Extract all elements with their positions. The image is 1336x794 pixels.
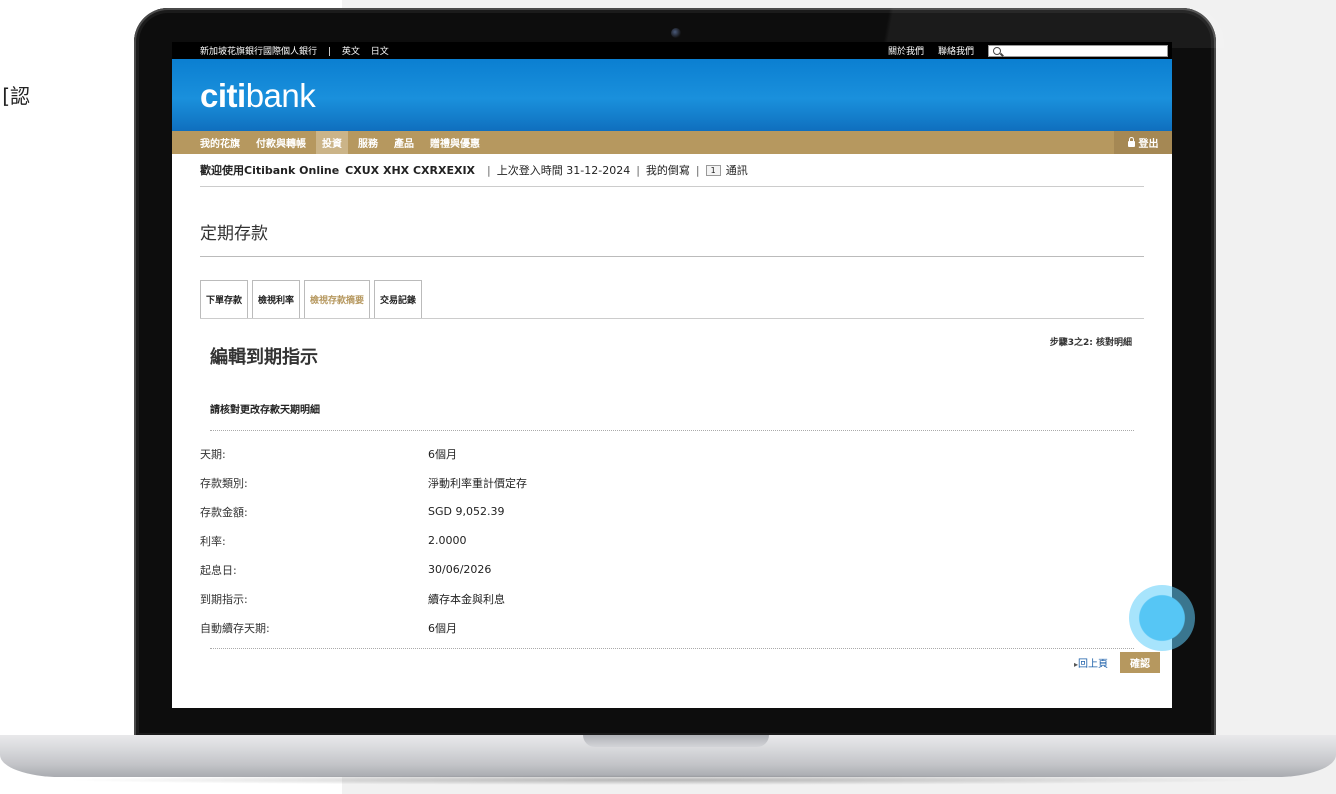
search-icon <box>993 46 1001 55</box>
lang-jp-link[interactable]: 日文 <box>371 47 389 57</box>
tab-transaction-history[interactable]: 交易記錄 <box>374 280 423 318</box>
separator: | <box>327 47 331 57</box>
contact-link[interactable]: 聯絡我們 <box>938 44 974 57</box>
divider <box>210 648 1134 649</box>
page-title: 定期存款 <box>200 219 1144 257</box>
form-content: 步驟3之2: 核對明細 編輯到期指示 請核對更改存款天期明細 天期: 6個月 存… <box>200 319 1144 649</box>
detail-rows: 天期: 6個月 存款類別: 淨動利率重計價定存 存款金額: SGD 9,052.… <box>200 431 1144 642</box>
main-nav: 我的花旗 付款與轉帳 投資 服務 產品 贈禮與優惠 登出 <box>172 131 1172 154</box>
about-link[interactable]: 關於我們 <box>888 44 924 57</box>
row-value: 續存本金與利息 <box>428 592 505 606</box>
citibank-logo[interactable]: citibank <box>200 77 316 115</box>
nav-products[interactable]: 產品 <box>394 135 414 150</box>
tab-bar: 下單存款 檢視利率 檢視存款摘要 交易記錄 <box>200 280 1144 319</box>
brand-header: citibank <box>172 59 1172 131</box>
detail-row-amount: 存款金額: SGD 9,052.39 <box>200 497 1144 526</box>
row-value: 2.0000 <box>428 534 467 547</box>
logout-label: 登出 <box>1138 139 1159 150</box>
site-name: 新加坡花旗銀行國際個人銀行 <box>200 47 318 57</box>
row-value: 淨動利率重計價定存 <box>428 476 527 490</box>
detail-row-rate: 利率: 2.0000 <box>200 526 1144 555</box>
detail-row-type: 存款類別: 淨動利率重計價定存 <box>200 468 1144 497</box>
message-count-badge: 1 <box>705 164 721 176</box>
detail-row-tenor: 天期: 6個月 <box>200 439 1144 468</box>
nav-my-citi[interactable]: 我的花旗 <box>200 135 240 150</box>
logo-citi: citi <box>200 77 246 114</box>
messages-link[interactable]: 通訊 <box>726 162 748 178</box>
row-label: 利率: <box>200 534 226 548</box>
search-input[interactable] <box>988 44 1168 57</box>
tab-deposit-summary[interactable]: 檢視存款摘要 <box>304 280 371 318</box>
row-label: 存款金額: <box>200 505 248 519</box>
back-link[interactable]: 回上頁 <box>1074 655 1108 670</box>
partial-side-text: 認] <box>2 84 30 108</box>
nav-investments[interactable]: 投資 <box>316 131 348 154</box>
last-login: 上次登入時間 31-12-2024 <box>496 164 631 177</box>
section-title: 編輯到期指示 <box>210 347 318 368</box>
laptop-shadow <box>60 775 1276 785</box>
step-indicator: 步驟3之2: 核對明細 <box>1049 338 1132 348</box>
nav-payments[interactable]: 付款與轉帳 <box>256 135 306 150</box>
row-label: 存款類別: <box>200 476 248 490</box>
form-actions: 回上頁 確認 <box>1074 652 1160 673</box>
touch-indicator <box>1129 585 1195 651</box>
row-value: 6個月 <box>428 447 457 461</box>
logout-button[interactable]: 登出 <box>1114 131 1172 154</box>
welcome-greeting: 歡迎使用Citibank Online <box>200 164 340 177</box>
camera-icon <box>671 28 681 38</box>
nav-services[interactable]: 服務 <box>358 135 378 150</box>
detail-row-maturity: 到期指示: 續存本金與利息 <box>200 584 1144 613</box>
welcome-bar: 歡迎使用Citibank Online CXUX XHX CXRXEXIX | … <box>200 154 1144 187</box>
utility-bar: 新加坡花旗銀行國際個人銀行 | 英文 日文 關於我們 聯絡我們 <box>172 42 1172 59</box>
row-label: 起息日: <box>200 563 237 577</box>
detail-row-start-date: 起息日: 30/06/2026 <box>200 555 1144 584</box>
row-label: 到期指示: <box>200 592 248 606</box>
logo-bank: bank <box>245 77 316 114</box>
confirm-button[interactable]: 確認 <box>1120 652 1160 673</box>
browser-screen: 新加坡花旗銀行國際個人銀行 | 英文 日文 關於我們 聯絡我們 citibank… <box>172 42 1172 708</box>
row-value: 30/06/2026 <box>428 563 492 576</box>
detail-row-renewal: 自動續存天期: 6個月 <box>200 613 1144 642</box>
lang-en-link[interactable]: 英文 <box>342 47 360 57</box>
row-label: 自動續存天期: <box>200 621 270 635</box>
mailbox-link[interactable]: 我的倒寫 <box>646 162 690 178</box>
lock-icon <box>1127 136 1135 147</box>
row-value: 6個月 <box>428 621 457 635</box>
user-name: CXUX XHX CXRXEXIX <box>345 163 476 177</box>
nav-rewards[interactable]: 贈禮與優惠 <box>430 135 480 150</box>
tab-place-deposit[interactable]: 下單存款 <box>200 280 249 318</box>
row-label: 天期: <box>200 447 226 461</box>
row-value: SGD 9,052.39 <box>428 505 505 518</box>
sub-title: 請核對更改存款天期明細 <box>210 401 1134 431</box>
laptop-notch <box>583 735 769 747</box>
tab-view-rates[interactable]: 檢視利率 <box>252 280 301 318</box>
